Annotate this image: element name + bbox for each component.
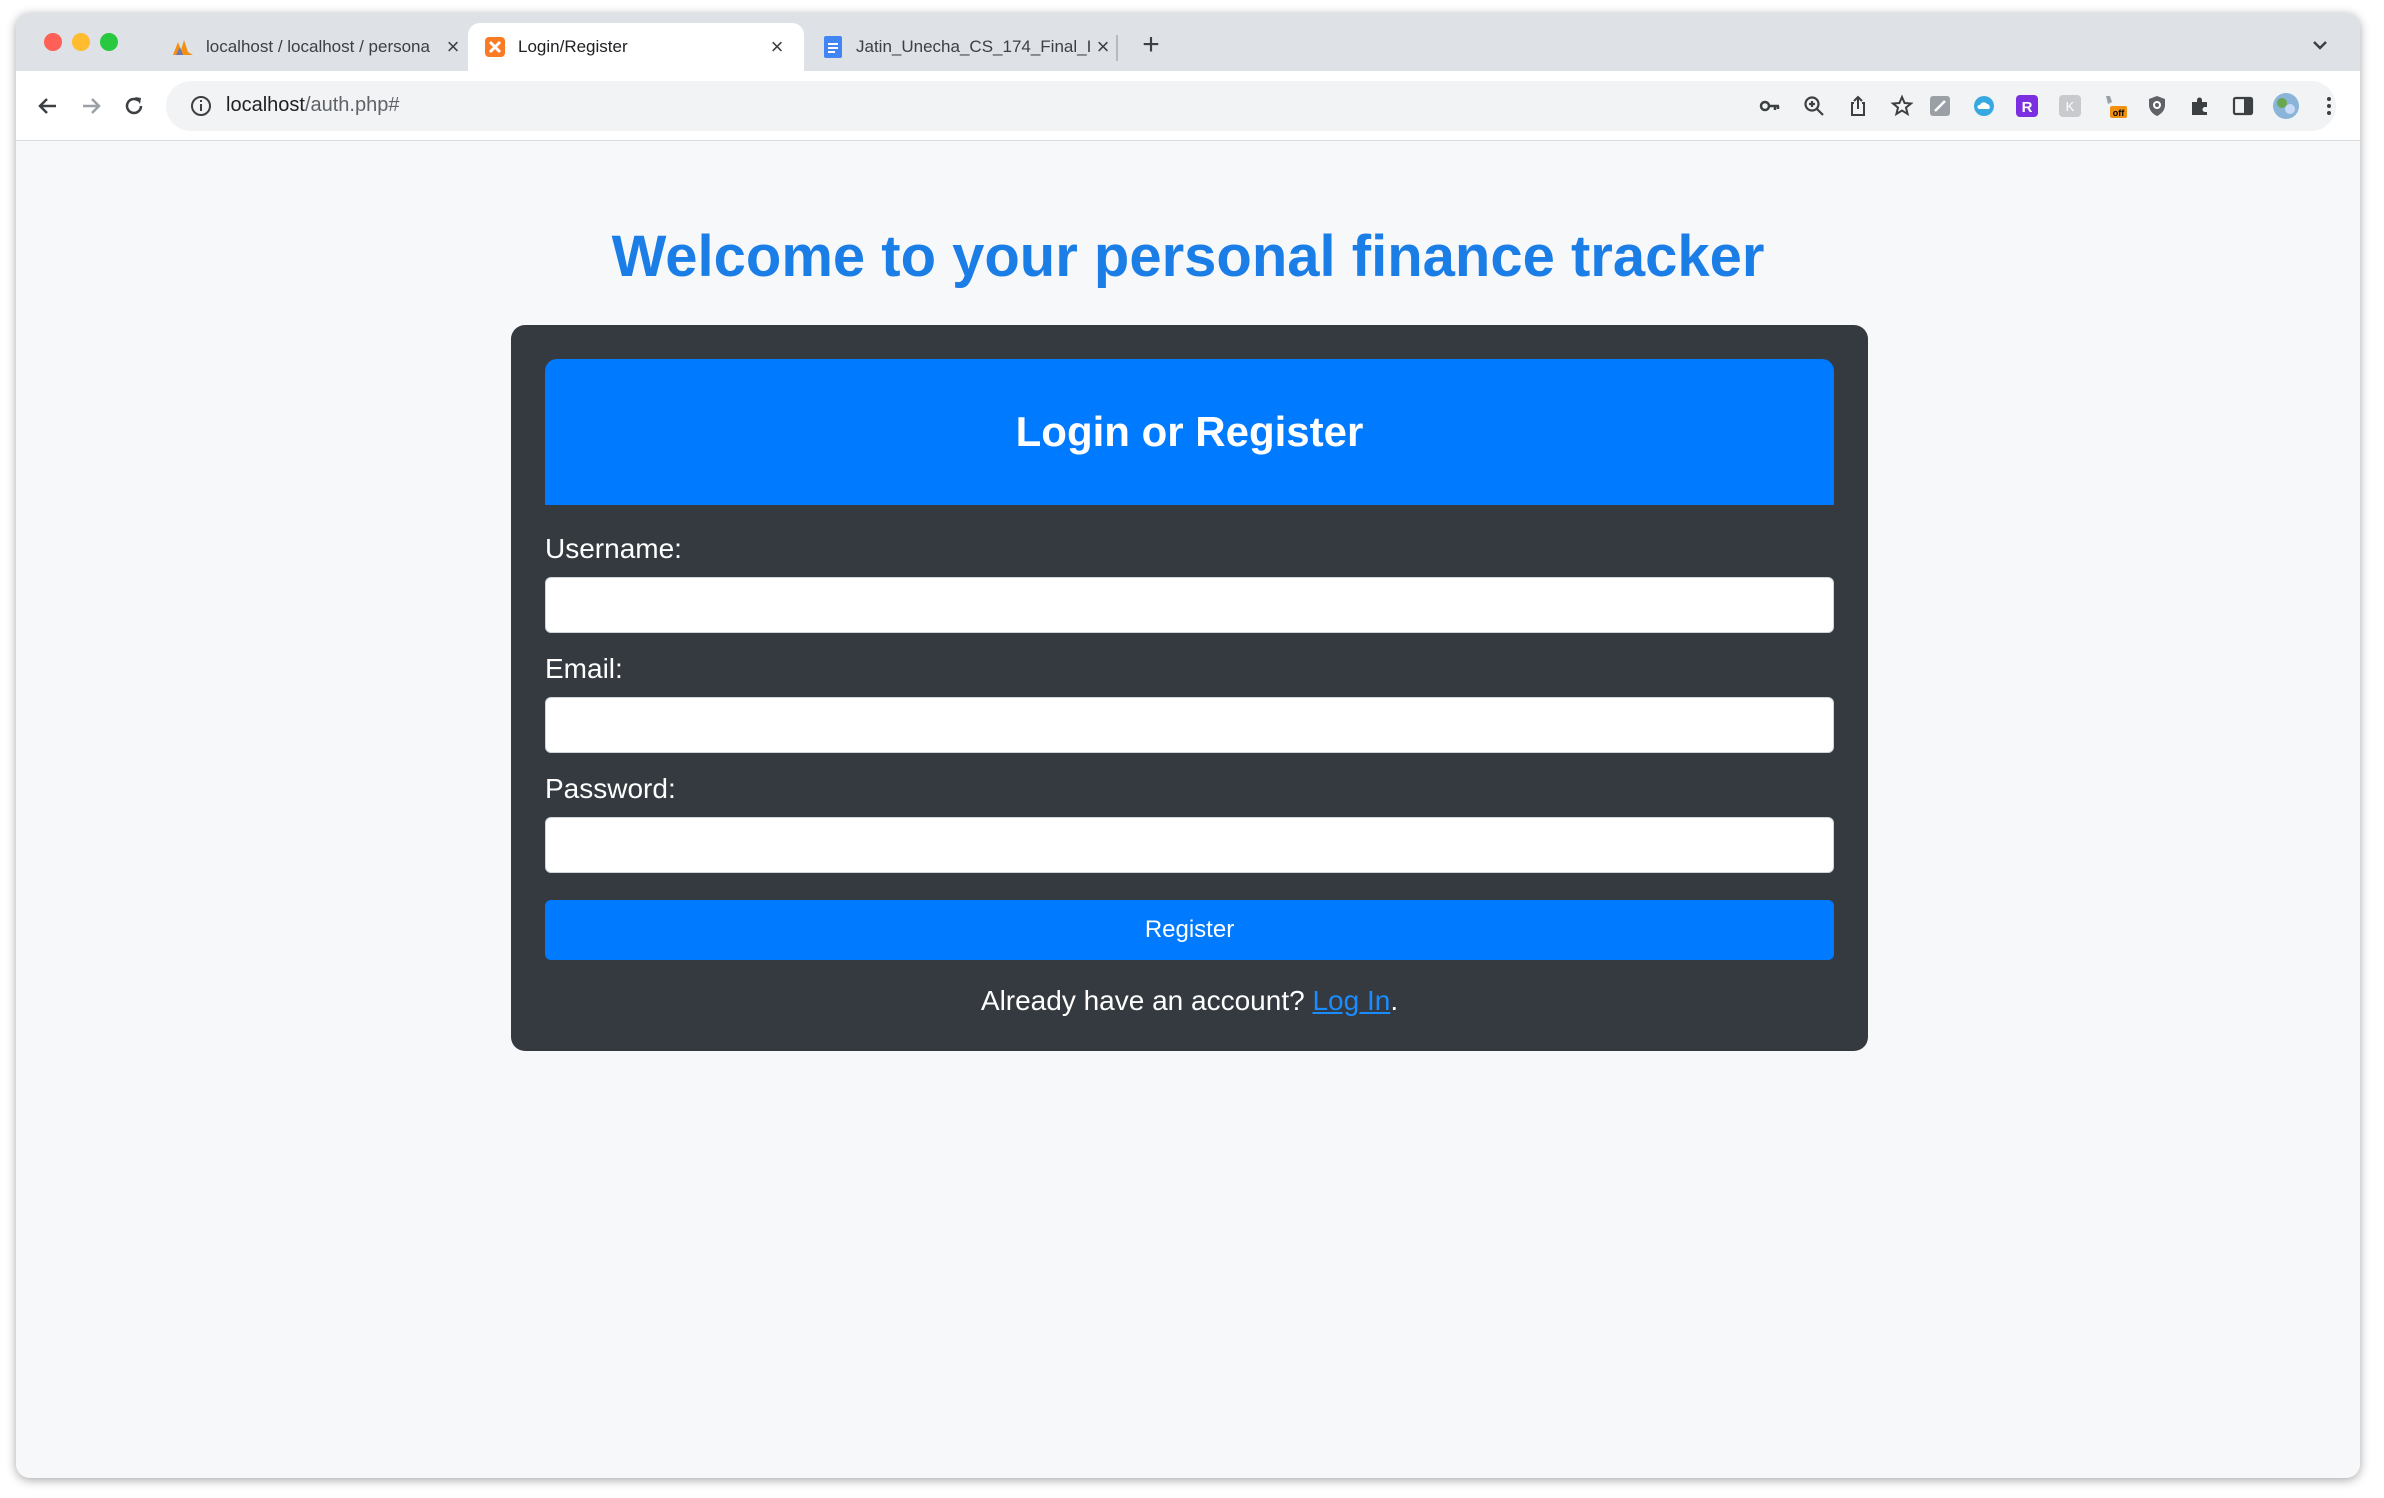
key-icon[interactable] (1756, 92, 1784, 120)
tab-title: localhost / localhost / persona (206, 37, 430, 56)
extension-r-icon[interactable]: R (2013, 92, 2041, 120)
maximize-window-button[interactable] (100, 33, 118, 51)
google-docs-icon (822, 36, 844, 58)
tab-phpmyadmin[interactable]: localhost / localhost / persona × (156, 23, 480, 71)
back-arrow-icon[interactable] (30, 88, 66, 124)
password-field[interactable] (545, 817, 1834, 873)
password-label: Password: (545, 773, 676, 804)
browser-window: localhost / localhost / persona × Login/… (16, 13, 2360, 1478)
tab-google-doc[interactable]: Jatin_Unecha_CS_174_Final_I × (806, 23, 1130, 71)
login-prompt-text: Already have an account? (980, 985, 1305, 1016)
url-host: localhost (226, 94, 305, 116)
tab-title: Jatin_Unecha_CS_174_Final_I (856, 37, 1092, 56)
info-icon[interactable] (190, 95, 212, 117)
tab-divider (1116, 35, 1118, 61)
page-content: Welcome to your personal finance tracker… (16, 141, 2360, 1478)
minimize-window-button[interactable] (72, 33, 90, 51)
login-prompt: Already have an account? Log In. (511, 985, 1868, 1017)
phpmyadmin-icon (172, 36, 194, 58)
url-text: localhost/auth.php# (226, 94, 399, 117)
svg-text:K: K (2066, 99, 2075, 114)
share-icon[interactable] (1844, 92, 1872, 120)
extension-k-icon[interactable]: K (2056, 92, 2084, 120)
address-bar[interactable]: localhost/auth.php# (166, 81, 2336, 131)
tab-title: Login/Register (518, 37, 628, 56)
register-button[interactable]: Register (545, 900, 1834, 960)
profile-avatar-icon[interactable] (2272, 92, 2300, 120)
close-icon[interactable]: × (766, 36, 788, 58)
reload-icon[interactable] (116, 88, 152, 124)
side-panel-icon[interactable] (2229, 92, 2257, 120)
svg-text:off: off (2113, 108, 2125, 118)
page-title: Welcome to your personal finance tracker (611, 224, 1765, 289)
tab-search-chevron-icon[interactable] (2306, 31, 2334, 59)
url-path: /auth.php# (304, 94, 400, 116)
bookmark-star-icon[interactable] (1888, 92, 1916, 120)
email-field[interactable] (545, 697, 1834, 753)
close-icon[interactable]: × (442, 36, 464, 58)
tab-strip: localhost / localhost / persona × Login/… (16, 13, 2360, 71)
tab-login-register[interactable]: Login/Register × (468, 23, 804, 71)
extension-off-badge-icon[interactable]: off (2100, 92, 2128, 120)
svg-text:R: R (2022, 99, 2033, 116)
browser-toolbar: localhost/auth.php# R K off (16, 71, 2360, 141)
close-window-button[interactable] (44, 33, 62, 51)
extension-cloud-icon[interactable] (1970, 92, 1998, 120)
close-icon[interactable]: × (1092, 36, 1114, 58)
xampp-icon (484, 36, 506, 58)
email-label: Email: (545, 653, 623, 684)
shield-icon[interactable] (2143, 92, 2171, 120)
username-field[interactable] (545, 577, 1834, 633)
extensions-puzzle-icon[interactable] (2186, 92, 2214, 120)
card-title: Login or Register (545, 359, 1834, 505)
kebab-menu-icon[interactable] (2315, 92, 2343, 120)
username-label: Username: (545, 533, 682, 564)
zoom-icon[interactable] (1800, 92, 1828, 120)
auth-form: Login or Register Username: Email: Passw… (511, 325, 1868, 1051)
extension-notes-icon[interactable] (1926, 92, 1954, 120)
login-link[interactable]: Log In (1312, 985, 1390, 1016)
forward-arrow-icon[interactable] (73, 88, 109, 124)
login-prompt-suffix: . (1390, 985, 1399, 1016)
new-tab-button[interactable]: + (1134, 29, 1168, 63)
